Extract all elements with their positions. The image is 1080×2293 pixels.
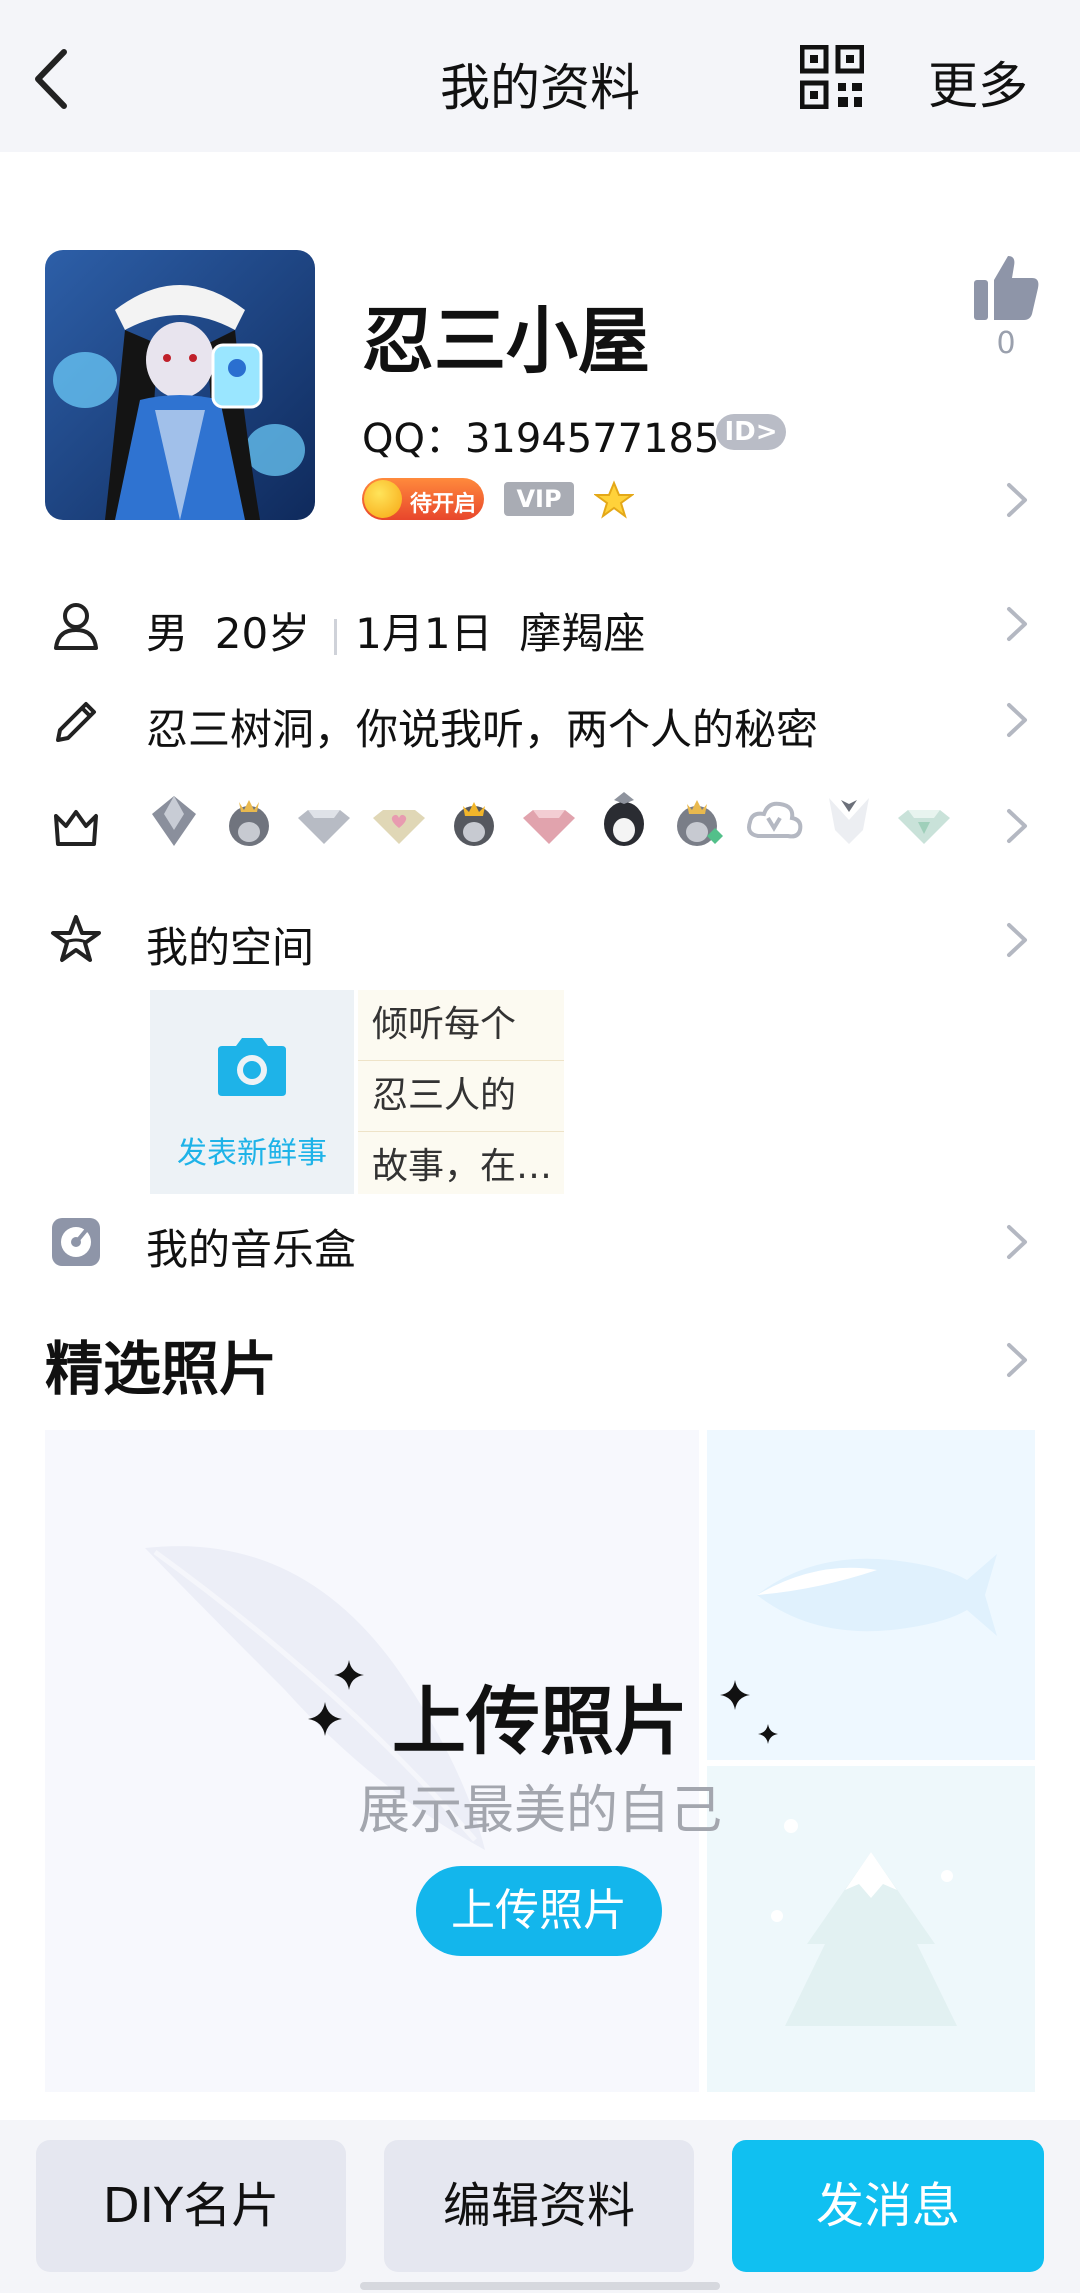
basic-info[interactable]: 男 20岁 1月1日 摩羯座 xyxy=(146,600,645,661)
qr-code-icon[interactable] xyxy=(800,45,864,109)
membership-badge-label: 待开启 xyxy=(410,492,477,517)
tuxedo-icon xyxy=(829,798,869,844)
age: 20岁 xyxy=(214,609,311,658)
medals-chevron-right-icon[interactable] xyxy=(1004,806,1030,846)
silver-diamond-icon xyxy=(298,810,350,844)
signature[interactable]: 忍三树洞，你说我听，两个人的秘密 xyxy=(146,696,818,757)
diy-card-button[interactable]: DIY名片 xyxy=(36,2140,346,2272)
nickname: 忍三小屋 xyxy=(362,299,651,383)
edit-profile-button[interactable]: 编辑资料 xyxy=(384,2140,694,2272)
heart-diamond-icon xyxy=(373,810,425,844)
divider xyxy=(334,618,338,655)
photos-chevron-right-icon[interactable] xyxy=(1004,1340,1030,1380)
music-box-label[interactable]: 我的音乐盒 xyxy=(146,1216,356,1277)
zodiac: 摩羯座 xyxy=(519,609,646,658)
music-box-icon xyxy=(52,1218,100,1266)
featured-photos-title: 精选照片 xyxy=(45,1335,278,1403)
avatar[interactable] xyxy=(45,250,315,520)
upload-photo-title: 上传照片 xyxy=(392,1679,688,1765)
mint-diamond-icon xyxy=(898,810,950,844)
crown-penguin-icon xyxy=(229,800,269,846)
new-post-label: 发表新鲜事 xyxy=(177,1136,327,1171)
qq-number: QQ：3194577185 xyxy=(362,416,720,462)
person-icon xyxy=(54,603,98,650)
pink-diamond-icon xyxy=(523,810,575,844)
top-bar: 我的资料 更多 xyxy=(0,0,1080,152)
info-chevron-right-icon[interactable] xyxy=(1004,604,1030,644)
vip-badge[interactable]: VIP xyxy=(504,482,574,516)
music-chevron-right-icon[interactable] xyxy=(1004,1222,1030,1262)
black-penguin-icon xyxy=(604,792,644,846)
upload-photo-subtitle: 展示最美的自己 xyxy=(357,1781,722,1841)
crown-outline-icon xyxy=(54,810,98,846)
profile-chevron-right-icon[interactable] xyxy=(1004,480,1030,520)
signature-chevron-right-icon[interactable] xyxy=(1004,700,1030,740)
new-post-card[interactable]: 发表新鲜事 xyxy=(150,990,354,1194)
page-title: 我的资料 xyxy=(440,59,640,117)
gender: 男 xyxy=(146,609,189,658)
space-star-icon xyxy=(51,915,101,962)
gold-crown-penguin-icon xyxy=(454,802,494,846)
space-preview-card[interactable]: 倾听每个 忍三人的 故事，在… xyxy=(358,990,564,1194)
space-chevron-right-icon[interactable] xyxy=(1004,920,1030,960)
camera-icon xyxy=(218,1038,286,1096)
membership-badge[interactable]: 待开启 xyxy=(362,478,484,520)
space-preview-line: 倾听每个 xyxy=(358,990,564,1061)
thumbs-up-icon[interactable] xyxy=(970,250,1042,322)
more-button[interactable]: 更多 xyxy=(928,46,1028,118)
star-badge-icon[interactable] xyxy=(594,480,634,520)
green-crown-penguin-icon xyxy=(677,800,723,846)
id-badge[interactable]: ID> xyxy=(716,414,786,450)
home-indicator[interactable] xyxy=(360,2282,720,2290)
like-count: 0 xyxy=(996,326,1016,361)
gem-shield-icon xyxy=(152,796,196,846)
avatar-image xyxy=(45,250,315,520)
my-space-label[interactable]: 我的空间 xyxy=(146,914,314,975)
send-message-button[interactable]: 发消息 xyxy=(732,2140,1044,2272)
space-preview-line: 故事，在… xyxy=(358,1132,564,1194)
birthday: 1月1日 xyxy=(355,609,493,658)
space-preview-line: 忍三人的 xyxy=(358,1061,564,1132)
pencil-icon xyxy=(56,702,96,742)
upload-photo-button[interactable]: 上传照片 xyxy=(416,1866,662,1956)
coin-icon xyxy=(364,480,402,518)
cloud-v-icon xyxy=(747,801,803,839)
